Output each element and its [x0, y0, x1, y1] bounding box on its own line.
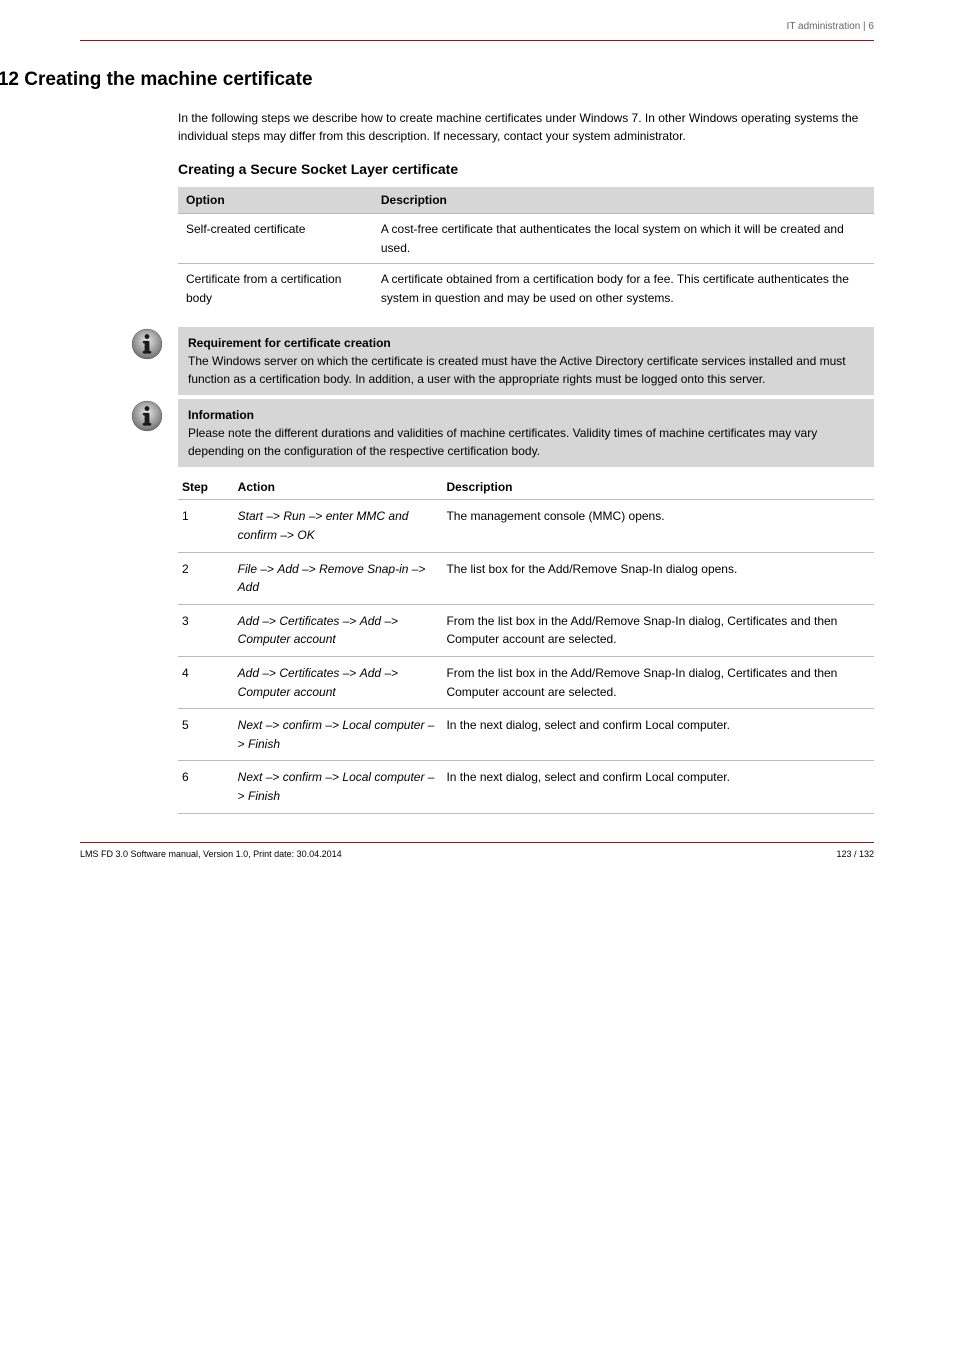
section-title: 6.12 Creating the machine certificate [0, 69, 874, 91]
option-cell: Self-created certificate [178, 214, 373, 264]
step-number: 4 [178, 656, 234, 708]
step-desc: In the next dialog, select and confirm L… [442, 761, 874, 813]
step-desc: From the list box in the Add/Remove Snap… [442, 604, 874, 656]
step-action: Add –> Certificates –> Add –> Computer a… [234, 604, 443, 656]
footer-left: LMS FD 3.0 Software manual, Version 1.0,… [80, 849, 342, 859]
option-desc-cell: A cost-free certificate that authenticat… [373, 214, 874, 264]
option-cell: Certificate from a certification body [178, 264, 373, 314]
step-action: Add –> Certificates –> Add –> Computer a… [234, 656, 443, 708]
options-header-desc: Description [373, 187, 874, 214]
info-icon [130, 327, 170, 366]
info1-title: Requirement for certificate creation [188, 336, 391, 350]
info2-title: Information [188, 408, 254, 422]
intro-paragraph: In the following steps we describe how t… [178, 109, 874, 145]
step-number: 3 [178, 604, 234, 656]
step-number: 5 [178, 709, 234, 761]
steps-header-action: Action [234, 475, 443, 500]
steps-table: Step Action Description 1Start –> Run –>… [178, 475, 874, 813]
steps-header-desc: Description [442, 475, 874, 500]
step-desc: The management console (MMC) opens. [442, 500, 874, 552]
step-number: 6 [178, 761, 234, 813]
options-header-option: Option [178, 187, 373, 214]
step-desc: The list box for the Add/Remove Snap-In … [442, 552, 874, 604]
step-number: 2 [178, 552, 234, 604]
info-icon [130, 399, 170, 438]
step-number: 1 [178, 500, 234, 552]
footer-right: 123 / 132 [836, 849, 874, 859]
sub-heading: Creating a Secure Socket Layer certifica… [178, 161, 874, 177]
info1-body: The Windows server on which the certific… [188, 354, 846, 386]
step-desc: From the list box in the Add/Remove Snap… [442, 656, 874, 708]
step-action: File –> Add –> Remove Snap-in –> Add [234, 552, 443, 604]
steps-header-step: Step [178, 475, 234, 500]
option-desc-cell: A certificate obtained from a certificat… [373, 264, 874, 314]
step-action: Next –> confirm –> Local computer –> Fin… [234, 761, 443, 813]
page-header: IT administration | 6 [787, 21, 874, 32]
step-action: Next –> confirm –> Local computer –> Fin… [234, 709, 443, 761]
step-desc: In the next dialog, select and confirm L… [442, 709, 874, 761]
options-table: Option Description Self-created certific… [178, 187, 874, 313]
info2-body: Please note the different durations and … [188, 426, 817, 458]
step-action: Start –> Run –> enter MMC and confirm –>… [234, 500, 443, 552]
